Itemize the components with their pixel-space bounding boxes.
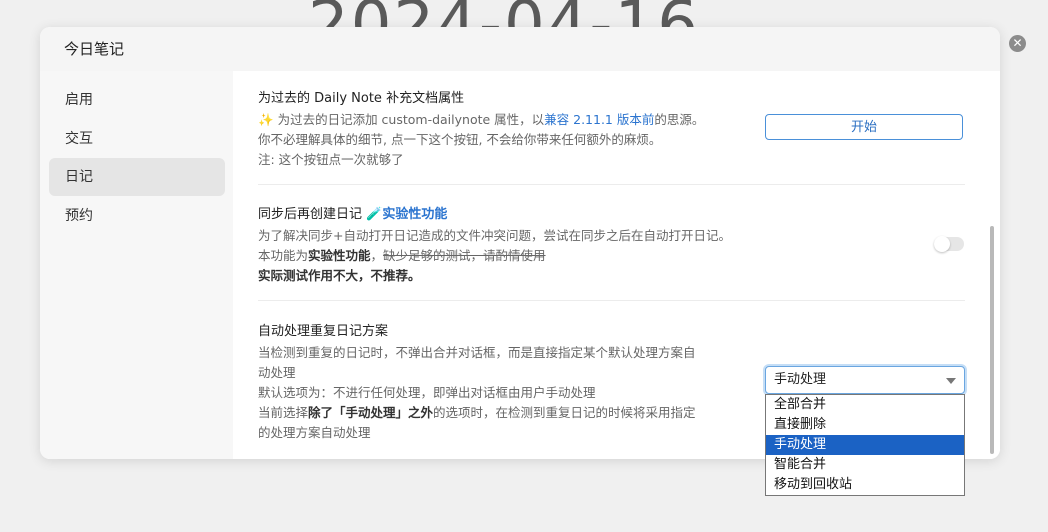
desc-line: 当检测到重复的日记时，不弹出合并对话框，而是直接指定某个默认处理方案自: [258, 345, 696, 360]
close-icon[interactable]: ✕: [1009, 35, 1026, 52]
setting-title: 同步后再创建日记 🧪实验性功能: [258, 203, 965, 222]
option-manual[interactable]: 手动处理: [766, 435, 964, 455]
desc-line: 默认选项为：不进行任何处理，即弹出对话框由用户手动处理: [258, 385, 596, 400]
sidebar-item-diary[interactable]: 日记: [49, 158, 225, 196]
option-delete-directly[interactable]: 直接删除: [766, 415, 964, 435]
desc-bold: 实验性功能: [308, 248, 371, 263]
content-scrollbar[interactable]: [990, 226, 994, 454]
desc-text: ，: [370, 248, 384, 263]
start-backfill-button[interactable]: 开始: [765, 114, 963, 140]
divider: [258, 300, 965, 301]
desc-line: 的处理方案自动处理: [258, 425, 371, 440]
desc-text: 的思源。: [654, 112, 705, 127]
desc-bold: 实际测试作用不大，不推荐。: [258, 268, 421, 283]
setting-title: 自动处理重复日记方案: [258, 324, 389, 339]
settings-sidebar: 启用 交互 日记 预约: [40, 71, 233, 459]
option-smart-merge[interactable]: 智能合并: [766, 455, 964, 475]
option-merge-all[interactable]: 全部合并: [766, 395, 964, 415]
sidebar-item-enable[interactable]: 启用: [49, 81, 225, 119]
test-tube-icon: 🧪: [366, 207, 383, 222]
create-after-sync-toggle[interactable]: [934, 236, 964, 252]
desc-line: 动处理: [258, 365, 296, 380]
setting-create-after-sync: 同步后再创建日记 🧪实验性功能 为了解决同步+自动打开日记造成的文件冲突问题，尝…: [258, 203, 965, 286]
duplicate-strategy-select[interactable]: 手动处理: [765, 366, 965, 394]
version-link-text: 兼容 2.11.1 版本前: [544, 112, 655, 127]
desc-text: 本功能为: [258, 248, 309, 263]
divider: [258, 184, 965, 185]
select-value: 手动处理: [774, 372, 827, 387]
desc-text: 当前选择: [258, 405, 309, 420]
sidebar-item-reservation[interactable]: 预约: [49, 197, 225, 235]
option-move-to-trash[interactable]: 移动到回收站: [766, 475, 964, 495]
setting-description: 为了解决同步+自动打开日记造成的文件冲突问题，尝试在同步之后在自动打开日记。 本…: [258, 226, 965, 286]
sidebar-item-interaction[interactable]: 交互: [49, 120, 225, 158]
chevron-down-icon: [946, 378, 956, 384]
desc-text: 为过去的日记添加 custom-dailynote 属性，以: [277, 112, 545, 127]
sparkles-icon: ✨: [258, 112, 274, 127]
desc-strikethrough: 缺少足够的测试，请酌情使用: [383, 248, 546, 263]
desc-line: 注: 这个按钮点一次就够了: [258, 152, 404, 167]
setting-description: 当检测到重复的日记时，不弹出合并对话框，而是直接指定某个默认处理方案自 动处理 …: [258, 343, 758, 443]
toggle-knob: [934, 236, 950, 252]
duplicate-strategy-options: 全部合并 直接删除 手动处理 智能合并 移动到回收站: [765, 394, 965, 496]
desc-line: 为了解决同步+自动打开日记造成的文件冲突问题，尝试在同步之后在自动打开日记。: [258, 228, 731, 243]
desc-text: 的选项时，在检测到重复日记的时候将采用指定: [433, 405, 696, 420]
setting-title: 为过去的 Daily Note 补充文档属性: [258, 91, 465, 106]
setting-title-text: 同步后再创建日记: [258, 207, 363, 222]
dialog-title: 今日笔记: [40, 27, 1000, 72]
desc-bold: 除了「手动处理」之外: [308, 405, 434, 420]
experimental-tag: 实验性功能: [382, 207, 448, 222]
